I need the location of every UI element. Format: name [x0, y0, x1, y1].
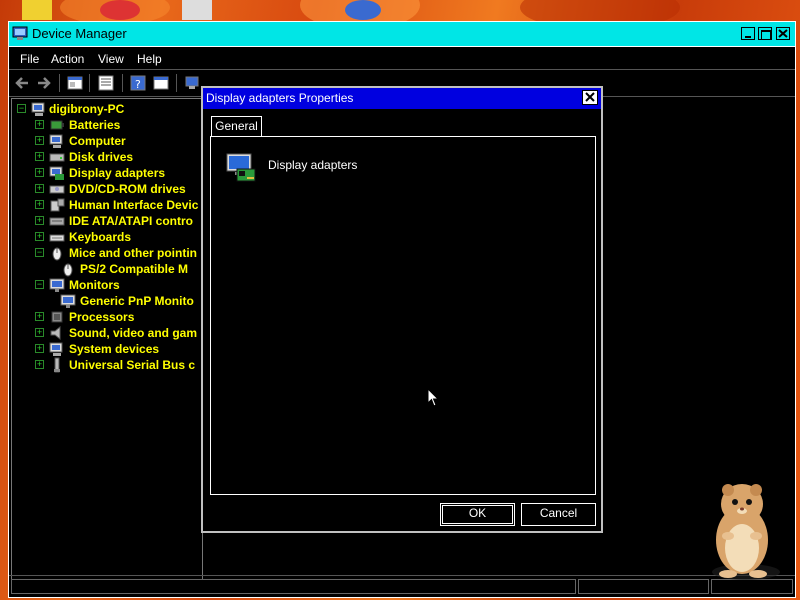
menu-help[interactable]: Help [137, 52, 162, 66]
expand-icon[interactable]: + [35, 120, 44, 129]
hid-icon [50, 198, 65, 212]
collapse-icon[interactable]: − [35, 248, 44, 257]
expand-icon[interactable]: + [35, 152, 44, 161]
cancel-button[interactable]: Cancel [521, 503, 596, 526]
mouse-icon [63, 263, 73, 277]
collapse-icon[interactable]: − [35, 280, 44, 289]
forward-arrow-icon[interactable] [36, 75, 52, 91]
expand-icon[interactable]: + [35, 312, 44, 321]
ok-button[interactable]: OK [440, 503, 515, 526]
monitor-icon [49, 278, 65, 292]
tree-item-label: Computer [69, 134, 126, 148]
desktop-icon[interactable] [22, 0, 52, 20]
back-arrow-icon[interactable] [14, 75, 30, 91]
display-adapter-icon [226, 153, 256, 182]
display-adapter-icon [49, 166, 64, 180]
minimize-icon [745, 36, 751, 38]
tree-item-label: Processors [69, 310, 135, 324]
tree-item-label: DVD/CD-ROM drives [69, 182, 186, 196]
tree-item-label: PS/2 Compatible M [80, 262, 189, 276]
battery-icon [50, 120, 64, 130]
expand-icon[interactable]: + [35, 232, 44, 241]
processor-icon [51, 311, 63, 323]
menu-file[interactable]: File [20, 52, 39, 66]
mouse-cursor-icon [427, 388, 440, 407]
close-button[interactable] [776, 27, 790, 40]
tree-item-label: Mice and other pointin [69, 246, 197, 260]
expand-icon[interactable]: + [35, 168, 44, 177]
expand-icon[interactable]: + [35, 184, 44, 193]
device-category-label: Display adapters [268, 158, 358, 172]
svg-text:?: ? [135, 78, 141, 91]
toolbar-separator [122, 74, 123, 92]
expand-icon[interactable]: + [35, 200, 44, 209]
maximize-icon [761, 30, 771, 40]
status-cell [11, 579, 576, 594]
menu-bar: File Action View Help [9, 47, 795, 70]
tree-item-label: IDE ATA/ATAPI contro [69, 214, 193, 228]
status-bar [9, 575, 795, 597]
toolbar-separator [59, 74, 60, 92]
tree-item-label: Monitors [69, 278, 120, 292]
speaker-icon [50, 325, 61, 341]
mouse-icon [52, 247, 62, 261]
scan-hardware-icon[interactable] [184, 75, 200, 91]
keyboard-icon [49, 234, 65, 242]
tree-item-label: Keyboards [69, 230, 132, 244]
tree-item-label: Sound, video and gam [69, 326, 198, 340]
ide-icon [49, 217, 65, 226]
status-cell [578, 579, 709, 594]
tree-item-label: Universal Serial Bus c [69, 358, 196, 372]
tree-item-label: Generic PnP Monito [80, 294, 194, 308]
tree-item-label: Display adapters [69, 166, 166, 180]
view-icon[interactable] [153, 75, 169, 91]
tree-item-label: Human Interface Devic [69, 198, 199, 212]
desktop-icon[interactable] [345, 0, 381, 20]
dialog-title-bar[interactable]: Display adapters Properties [203, 88, 601, 109]
disk-drive-icon [49, 153, 65, 162]
expand-icon[interactable]: + [35, 344, 44, 353]
properties-dialog: Display adapters Properties General Disp… [201, 86, 603, 533]
close-icon [778, 29, 788, 38]
dvd-drive-icon [49, 185, 65, 194]
properties-icon[interactable] [67, 75, 83, 91]
computer-icon [49, 134, 63, 148]
system-device-icon [49, 342, 63, 356]
menu-action[interactable]: Action [51, 52, 84, 66]
toolbar-separator [176, 74, 177, 92]
device-tree: − digibrony-PC + Batteries + Computer + Disk … [11, 98, 203, 580]
computer-icon [31, 102, 45, 116]
title-bar[interactable]: Device Manager [9, 22, 795, 47]
general-tab-panel: Display adapters [210, 136, 596, 495]
usb-icon [54, 357, 60, 373]
show-hide-tree-icon[interactable] [98, 75, 114, 91]
close-icon [585, 92, 595, 102]
tree-root-label: digibrony-PC [49, 102, 125, 116]
menu-view[interactable]: View [98, 52, 124, 66]
chrome-icon[interactable] [100, 0, 140, 20]
tree-item-label: Disk drives [69, 150, 134, 164]
help-icon[interactable]: ? [130, 75, 146, 91]
device-manager-icon [12, 26, 28, 40]
dialog-close-button[interactable] [582, 90, 598, 105]
expand-icon[interactable]: + [35, 216, 44, 225]
tree-item-label: System devices [69, 342, 160, 356]
collapse-icon[interactable]: − [17, 104, 26, 113]
desktop-icon[interactable] [182, 0, 212, 20]
expand-icon[interactable]: + [35, 328, 44, 337]
minimize-button[interactable] [741, 27, 755, 40]
tab-general[interactable]: General [211, 116, 262, 136]
expand-icon[interactable]: + [35, 360, 44, 369]
tree-item-label: Batteries [69, 118, 121, 132]
maximize-button[interactable] [758, 27, 772, 40]
dialog-title: Display adapters Properties [206, 91, 354, 105]
monitor-icon [60, 294, 76, 308]
hamster-mascot-icon [712, 484, 780, 580]
toolbar-separator [89, 74, 90, 92]
window-title: Device Manager [32, 26, 127, 41]
expand-icon[interactable]: + [35, 136, 44, 145]
